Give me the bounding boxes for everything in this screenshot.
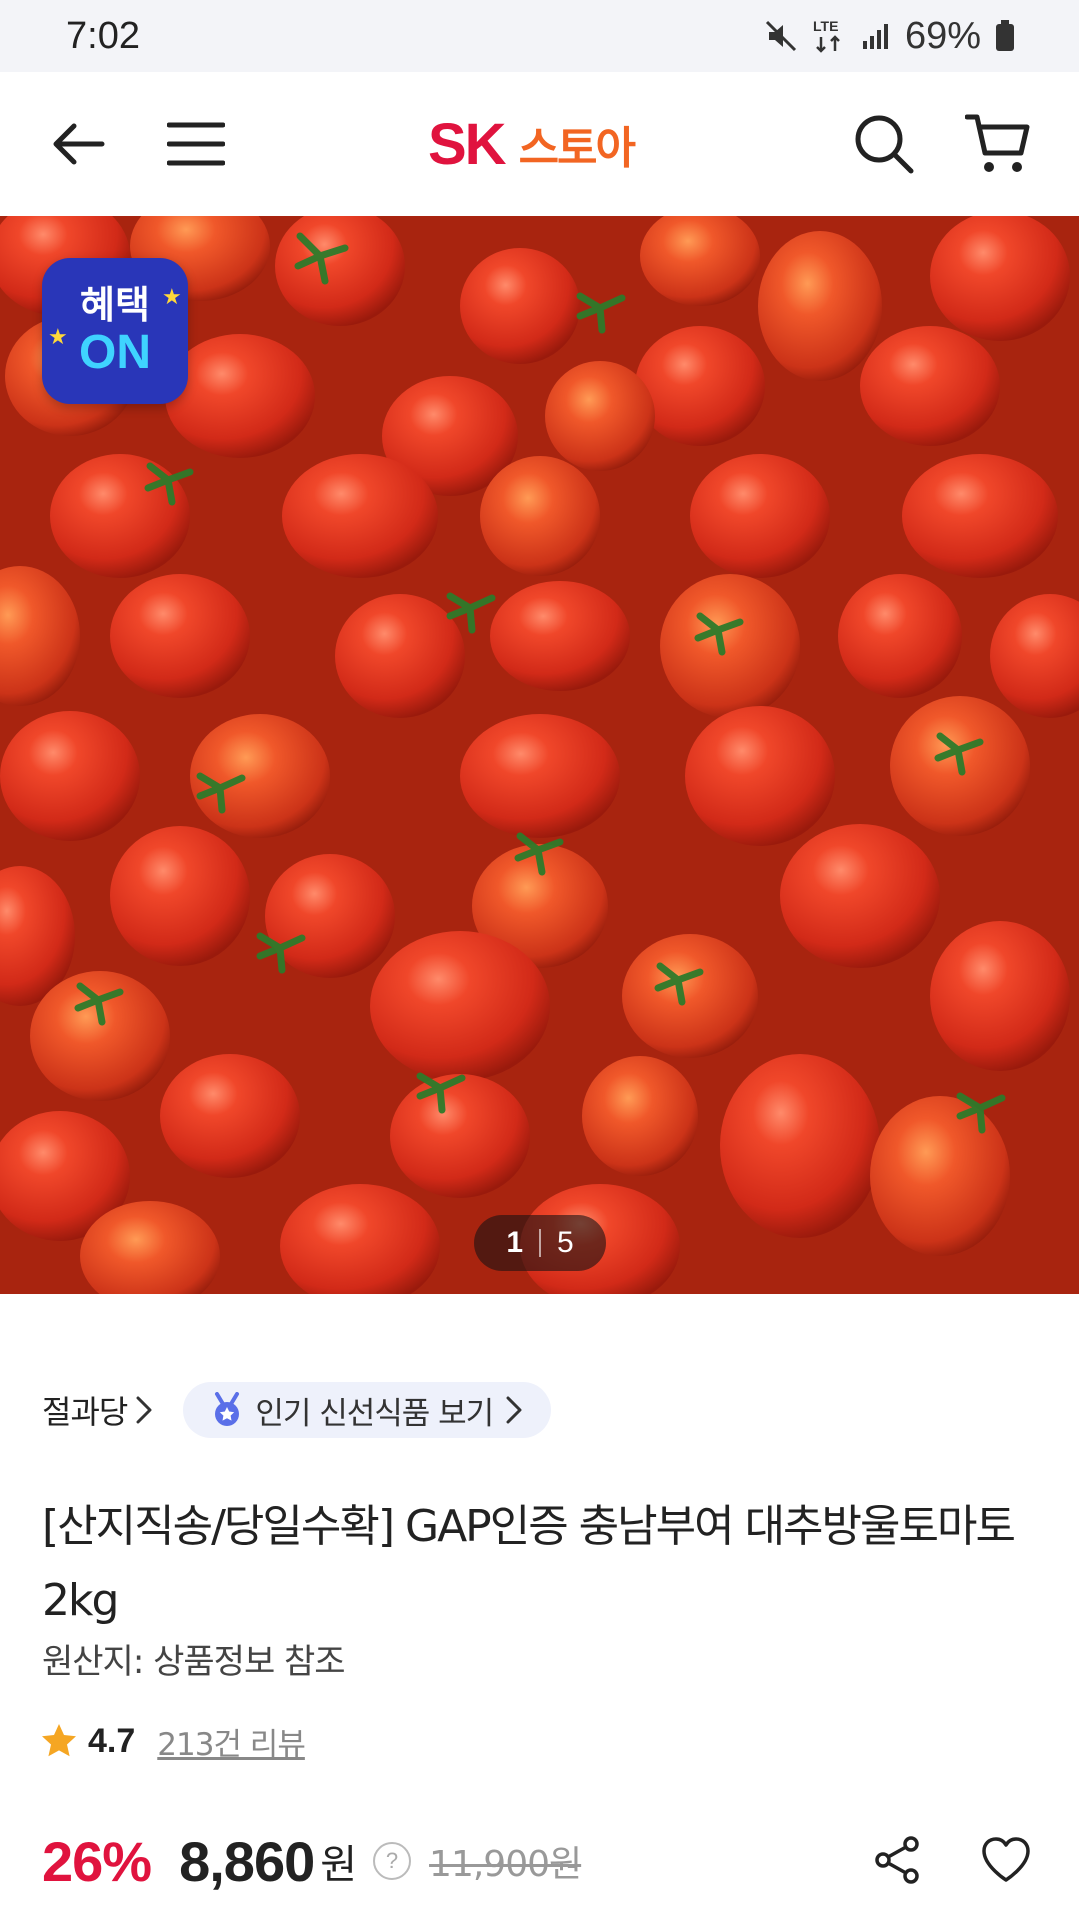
popular-fresh-food-button[interactable]: 인기 신선식품 보기 xyxy=(183,1382,552,1438)
price-row: 26% 8,860 원 ? 11,900원 xyxy=(42,1826,582,1896)
medal-icon xyxy=(215,1392,240,1426)
status-icons: LTE 69% xyxy=(763,15,1015,58)
back-arrow-icon[interactable] xyxy=(42,108,114,180)
rating-value: 4.7 xyxy=(88,1721,136,1760)
wishlist-heart-icon[interactable] xyxy=(974,1828,1038,1892)
mute-icon xyxy=(763,18,799,54)
image-pager: 1 5 xyxy=(474,1215,606,1271)
badge-top-text: 혜택 xyxy=(80,283,150,327)
logo-sk-text: SK xyxy=(428,111,507,177)
pager-divider xyxy=(539,1229,541,1257)
price-unit: 원 xyxy=(320,1842,358,1888)
star-icon xyxy=(42,1724,76,1757)
status-time: 7:02 xyxy=(66,14,140,57)
lte-icon: LTE xyxy=(813,17,847,55)
pager-total: 5 xyxy=(557,1226,574,1259)
battery-percent: 69% xyxy=(904,14,981,57)
popular-fresh-food-label: 인기 신선식품 보기 xyxy=(255,1395,494,1432)
svg-text:LTE: LTE xyxy=(813,18,838,34)
badge-bottom-text: ON xyxy=(79,326,151,379)
discount-rate: 26% xyxy=(42,1829,152,1893)
benefit-on-badge[interactable]: ★ ★ 혜택 ON xyxy=(42,258,188,404)
product-title: [산지직송/당일수확] GAP인증 충남부여 대추방울토마토 2kg xyxy=(42,1501,1016,1626)
share-icon[interactable] xyxy=(866,1828,930,1892)
search-icon[interactable] xyxy=(848,108,920,180)
rating-row: 4.7 213건 리뷰 xyxy=(40,1716,306,1766)
sk-stoa-logo[interactable]: SK 스토아 xyxy=(428,111,636,177)
category-row: 절과당 인기 신선식품 보기 xyxy=(42,1382,552,1438)
menu-icon[interactable] xyxy=(160,108,232,180)
chevron-right-icon xyxy=(506,1396,522,1424)
signal-icon xyxy=(861,21,891,51)
cart-icon[interactable] xyxy=(962,108,1034,180)
app-header: SK 스토아 xyxy=(0,72,1079,216)
price-help-icon[interactable]: ? xyxy=(373,1842,412,1880)
pager-current: 1 xyxy=(506,1226,523,1259)
review-count-link[interactable]: 213건 리뷰 xyxy=(157,1719,306,1764)
sale-price: 8,860 xyxy=(179,1829,315,1893)
star-icon: ★ xyxy=(162,284,182,309)
logo-store-text: 스토아 xyxy=(518,123,636,174)
original-price: 11,900원 xyxy=(429,1844,582,1885)
chevron-right-icon xyxy=(136,1396,152,1424)
battery-icon xyxy=(995,20,1015,52)
store-link-label: 절과당 xyxy=(42,1393,128,1431)
product-origin: 원산지: 상품정보 참조 xyxy=(42,1642,346,1682)
status-bar: 7:02 LTE 69% xyxy=(0,0,1079,72)
store-link[interactable]: 절과당 xyxy=(42,1387,155,1433)
star-icon: ★ xyxy=(48,324,68,349)
product-image-carousel[interactable]: ★ ★ 혜택 ON 1 5 xyxy=(0,216,1079,1294)
